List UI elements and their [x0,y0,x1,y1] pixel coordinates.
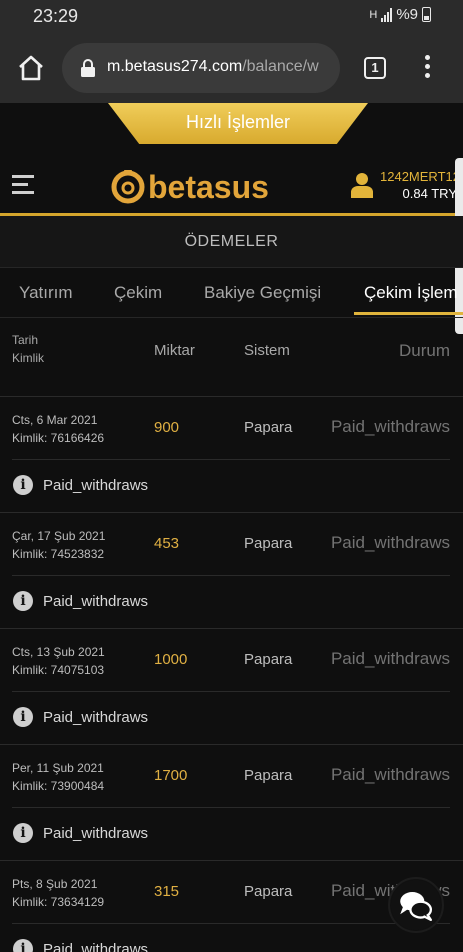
row-divider [12,575,450,576]
chat-icon[interactable] [388,877,444,933]
row-amount: 1000 [154,651,188,668]
row-status: Paid_withdraws [330,417,450,436]
column-header-status: Durum [398,341,450,360]
row-date-cell: Pts, 8 Şub 2021 Kimlik: 73634129 [12,875,104,911]
status-bar: 23:29 H %9 [0,0,463,33]
row-system: Papara [244,767,293,784]
row-system: Papara [244,535,293,552]
info-icon[interactable]: i [13,707,33,727]
tab-deposit[interactable]: Yatırım [19,283,73,303]
info-icon[interactable]: i [13,823,33,843]
row-status: Paid_withdraws [330,765,450,784]
site-header: betasus 1242MERT12 0.84 TRY [0,145,463,215]
row-note: Paid_withdraws [43,477,149,494]
username[interactable]: 1242MERT12 [380,169,460,184]
header-id-label: Kimlik [12,351,44,365]
row-amount: 453 [154,535,180,552]
row-note: Paid_withdraws [43,593,149,610]
row-amount: 900 [154,419,180,436]
row-id: Kimlik: 74075103 [12,663,105,677]
table-row[interactable]: Cts, 13 Şub 2021 Kimlik: 74075103 1000 Pa… [0,629,463,745]
betasus-logo[interactable]: betasus [108,162,284,207]
row-date: Çar, 17 Şub 2021 [12,529,106,543]
page-title: ÖDEMELER [184,233,279,250]
page-title-bar: ÖDEMELER [0,216,463,268]
quick-actions-button[interactable]: Hızlı İşlemler [108,103,368,144]
row-system: Papara [244,419,293,436]
row-date-cell: Çar, 17 Şub 2021 Kimlik: 74523832 [12,527,105,563]
row-note: Paid_withdraws [43,825,149,842]
address-bar[interactable]: m.betasus274.com/balance/w [62,43,340,93]
url-host: m.betasus274.com [107,58,243,75]
system-icons: H %9 [369,6,431,23]
row-date: Per, 11 Şub 2021 [12,761,104,775]
browser-toolbar: m.betasus274.com/balance/w 1 [0,33,463,103]
row-date: Cts, 6 Mar 2021 [12,413,98,427]
hamburger-icon[interactable] [12,175,34,199]
row-id: Kimlik: 76166426 [12,431,105,445]
row-divider [12,691,450,692]
info-icon[interactable]: i [13,591,33,611]
row-date-cell: Per, 11 Şub 2021 Kimlik: 73900484 [12,759,104,795]
row-divider [12,923,450,924]
user-icon[interactable] [350,172,374,198]
tab-switcher-button[interactable]: 1 [364,57,386,79]
info-icon[interactable]: i [13,475,33,495]
row-system: Papara [244,883,293,900]
signal-icon [381,7,393,22]
tab-withdraw-transactions[interactable]: Çekim İşlem [364,283,458,303]
quick-actions-label: Hızlı İşlemler [185,112,290,132]
row-system: Papara [244,651,293,668]
row-note: Paid_withdraws [43,941,149,952]
row-divider [12,807,450,808]
url-text: m.betasus274.com/balance/w [107,58,319,76]
lock-icon [81,59,95,77]
column-header-system: Sistem [244,342,290,359]
column-header-amount: Miktar [154,342,195,359]
row-date-cell: Cts, 13 Şub 2021 Kimlik: 74075103 [12,643,105,679]
table-row[interactable]: Çar, 17 Şub 2021 Kimlik: 74523832 453 Pap… [0,513,463,629]
home-icon[interactable] [16,53,46,83]
row-status: Paid_withdraws [330,533,450,552]
battery-percent: %9 [396,6,418,23]
network-type: H [369,8,378,21]
logo-text: betasus [148,169,269,205]
row-id: Kimlik: 74523832 [12,547,105,561]
row-amount: 315 [154,883,180,900]
row-id: Kimlik: 73634129 [12,895,105,909]
info-icon[interactable]: i [13,939,33,952]
row-id: Kimlik: 73900484 [12,779,105,793]
payment-tabs: Yatırım Çekim Bakiye Geçmişi Çekim İşlem [0,268,463,318]
tab-withdraw[interactable]: Çekim [114,283,162,303]
header-date-label: Tarih [12,333,39,347]
row-divider [12,459,450,460]
row-date: Cts, 13 Şub 2021 [12,645,105,659]
row-note: Paid_withdraws [43,709,149,726]
row-status: Paid_withdraws [330,649,450,668]
active-tab-indicator [354,312,463,315]
tab-balance-history[interactable]: Bakiye Geçmişi [204,283,321,303]
balance-amount: 0.84 TRY [402,186,457,201]
row-date-cell: Cts, 6 Mar 2021 Kimlik: 76166426 [12,411,104,447]
table-row[interactable]: Per, 11 Şub 2021 Kimlik: 73900484 1700 Pa… [0,745,463,861]
more-vert-icon[interactable] [419,55,435,81]
url-path: /balance/w [242,58,319,75]
row-date: Pts, 8 Şub 2021 [12,877,98,891]
table-row[interactable]: Cts, 6 Mar 2021 Kimlik: 76166426 900 Papa… [0,397,463,513]
battery-icon [422,7,431,22]
column-header-date: Tarih Kimlik [12,331,44,367]
status-time: 23:29 [33,6,79,26]
row-amount: 1700 [154,767,188,784]
